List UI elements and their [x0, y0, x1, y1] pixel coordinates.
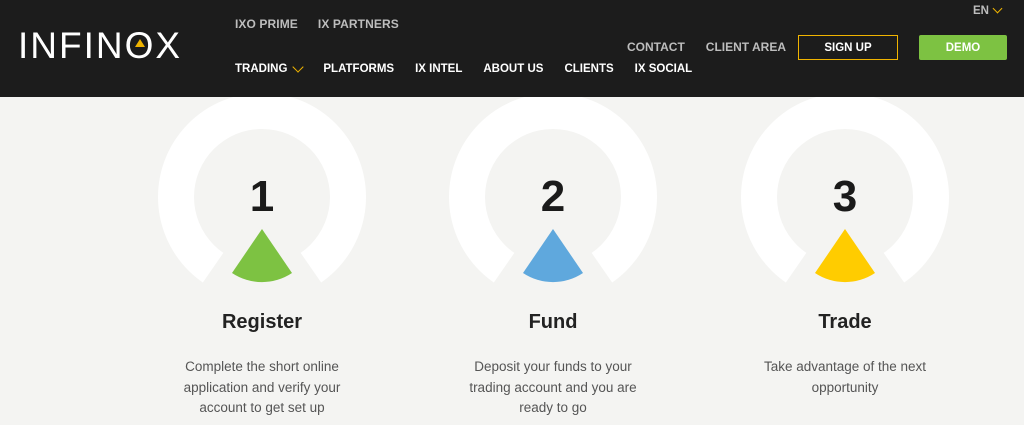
logo-arrow-icon: [135, 39, 145, 47]
step-description: Complete the short online application an…: [183, 359, 341, 415]
step-description: Take advantage of the next opportunity: [763, 359, 927, 395]
nav-item-trading-label: TRADING: [235, 63, 288, 75]
nav-item-ix-social[interactable]: IX SOCIAL: [635, 63, 693, 75]
step-trade: 3 Trade Take advantage of the next oppor…: [695, 97, 995, 425]
nav-item-platforms[interactable]: PLATFORMS: [323, 63, 394, 75]
utility-links: CONTACT CLIENT AREA: [627, 40, 786, 54]
step-number: 3: [832, 172, 858, 221]
top-links: IXO PRIME IX PARTNERS: [235, 17, 399, 31]
step-number: 2: [540, 172, 566, 221]
language-label: EN: [973, 5, 989, 17]
logo-o: O: [124, 25, 156, 66]
step-fund: 2 Fund Deposit your funds to your tradin…: [403, 97, 703, 425]
chevron-down-icon: [292, 60, 305, 73]
demo-button[interactable]: DEMO: [919, 35, 1007, 60]
language-selector[interactable]: EN: [973, 3, 1003, 17]
infinox-logo[interactable]: INFINO X: [18, 27, 182, 64]
step-title: Register: [221, 311, 303, 333]
site-header: INFINO X IXO PRIME IX PARTNERS TRADING PL…: [0, 0, 1024, 97]
step-register: 1 Register Complete the short online app…: [112, 97, 412, 425]
step-title: Trade: [818, 311, 872, 333]
step-description: Deposit your funds to your trading accou…: [469, 359, 637, 415]
nav-item-about-us[interactable]: ABOUT US: [483, 63, 543, 75]
sign-up-button[interactable]: SIGN UP: [798, 35, 898, 60]
step-title: Fund: [528, 311, 578, 333]
client-area-link[interactable]: CLIENT AREA: [706, 40, 786, 54]
nav-item-ix-intel[interactable]: IX INTEL: [415, 63, 462, 75]
nav-item-trading[interactable]: TRADING: [235, 60, 305, 75]
contact-link[interactable]: CONTACT: [627, 40, 685, 54]
top-link-ixo-prime[interactable]: IXO PRIME: [235, 17, 298, 31]
chevron-down-icon: [992, 3, 1003, 14]
nav-item-clients[interactable]: CLIENTS: [564, 63, 613, 75]
main-nav: TRADING PLATFORMS IX INTEL ABOUT US CLIE…: [235, 60, 693, 75]
top-link-ix-partners[interactable]: IX PARTNERS: [318, 17, 399, 31]
step-number: 1: [249, 172, 275, 221]
